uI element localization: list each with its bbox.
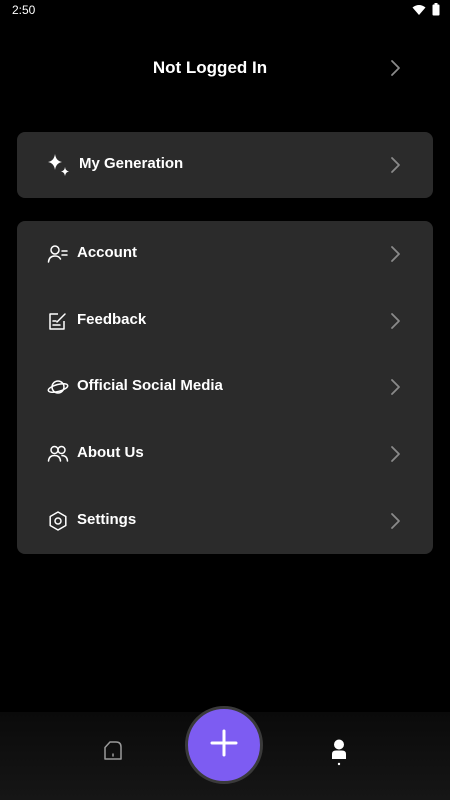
status-icons xyxy=(412,3,440,21)
menu-item-settings[interactable]: Settings xyxy=(17,488,433,554)
menu-item-label: Official Social Media xyxy=(77,377,223,394)
people-icon xyxy=(47,443,69,465)
menu-item-feedback[interactable]: Feedback xyxy=(17,288,433,354)
settings-menu-card: Account Feedback Official Social Media A… xyxy=(17,221,433,554)
menu-item-account[interactable]: Account xyxy=(17,221,433,287)
chevron-right-icon xyxy=(388,377,402,402)
planet-icon xyxy=(47,376,69,398)
menu-item-my-generation[interactable]: My Generation xyxy=(17,132,433,198)
settings-hex-icon xyxy=(47,510,69,532)
status-time: 2:50 xyxy=(12,3,36,17)
menu-item-label: Settings xyxy=(77,511,137,528)
account-icon xyxy=(47,243,69,265)
menu-item-label: Feedback xyxy=(77,311,147,328)
chevron-right-icon xyxy=(388,511,402,536)
feedback-icon xyxy=(47,310,69,332)
status-bar: 2:50 xyxy=(0,0,450,22)
plus-icon xyxy=(209,728,239,763)
chevron-right-icon xyxy=(388,311,402,336)
chevron-right-icon xyxy=(388,155,402,180)
profile-icon[interactable] xyxy=(327,738,351,766)
home-icon[interactable] xyxy=(101,738,125,762)
create-button[interactable] xyxy=(185,706,263,784)
menu-item-label: Account xyxy=(77,244,137,261)
menu-item-label: About Us xyxy=(77,444,144,461)
wifi-icon xyxy=(412,3,426,21)
menu-item-about-us[interactable]: About Us xyxy=(17,421,433,487)
chevron-right-icon xyxy=(388,444,402,469)
profile-screen: 2:50 Not Logged In My Generation Account… xyxy=(0,0,450,800)
login-header[interactable]: Not Logged In xyxy=(0,46,450,90)
battery-icon xyxy=(432,3,440,21)
bottom-nav xyxy=(0,706,450,800)
menu-item-official-social-media[interactable]: Official Social Media xyxy=(17,354,433,420)
my-generation-card: My Generation xyxy=(17,132,433,198)
chevron-right-icon xyxy=(388,244,402,269)
login-status-title[interactable]: Not Logged In xyxy=(0,58,420,78)
chevron-right-icon[interactable] xyxy=(388,58,402,83)
sparkle-icon xyxy=(45,152,71,178)
menu-item-label: My Generation xyxy=(79,155,184,172)
